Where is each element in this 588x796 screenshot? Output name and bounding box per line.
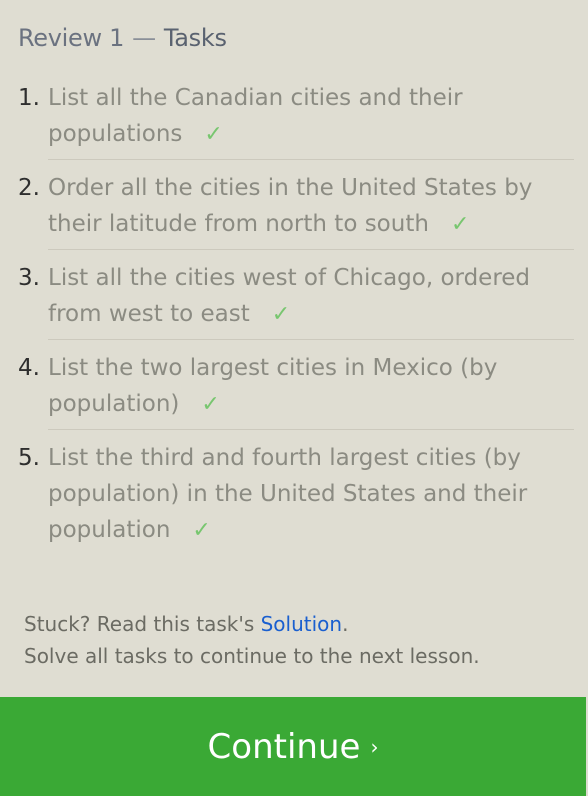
task-number: 1. — [18, 85, 40, 111]
check-icon: ✓ — [271, 302, 291, 327]
task-text: List the two largest cities in Mexico (b… — [48, 355, 498, 417]
task-text-container: List the third and fourth largest cities… — [48, 440, 574, 555]
review-label: Review 1 — [18, 24, 125, 52]
solution-link[interactable]: Solution — [261, 612, 342, 636]
check-icon: ✓ — [201, 392, 220, 417]
task-item: 5. List the third and fourth largest cit… — [0, 440, 574, 555]
help-footer: Stuck? Read this task's Solution. Solve … — [24, 608, 480, 672]
review-panel: Review 1— Tasks 1. List all the Canadian … — [0, 0, 588, 796]
check-icon: ✓ — [450, 212, 470, 237]
task-number: 4. — [18, 355, 40, 381]
stuck-line: Stuck? Read this task's Solution. — [24, 608, 480, 640]
task-text-container: Order all the cities in the United State… — [48, 170, 574, 250]
task-text-container: List the two largest cities in Mexico (b… — [48, 350, 574, 430]
tasks-label: Tasks — [163, 24, 227, 52]
continue-button[interactable]: Continue › — [0, 697, 586, 796]
title-dash: — — [132, 24, 156, 52]
continue-instruction: Solve all tasks to continue to the next … — [24, 644, 480, 668]
task-number: 3. — [18, 265, 40, 291]
task-text: List all the Canadian cities and their p… — [48, 85, 463, 147]
task-item: 2. Order all the cities in the United St… — [0, 170, 574, 250]
task-item: 4. List the two largest cities in Mexico… — [0, 350, 574, 430]
task-text-container: List all the cities west of Chicago, ord… — [48, 260, 574, 340]
task-number: 5. — [18, 445, 40, 471]
continue-label: Continue — [207, 726, 361, 767]
check-icon: ✓ — [204, 122, 223, 147]
task-list: 1. List all the Canadian cities and thei… — [0, 80, 574, 555]
task-text-container: List all the Canadian cities and their p… — [48, 80, 574, 160]
task-item: 3. List all the cities west of Chicago, … — [0, 260, 574, 340]
panel-title: Review 1— Tasks — [18, 24, 227, 52]
stuck-period: . — [342, 612, 349, 636]
stuck-text: Stuck? Read this task's — [24, 612, 261, 636]
task-number: 2. — [18, 175, 40, 201]
task-item: 1. List all the Canadian cities and thei… — [0, 80, 574, 160]
chevron-right-icon: › — [370, 734, 379, 759]
check-icon: ✓ — [192, 518, 211, 543]
task-text: List the third and fourth largest cities… — [48, 445, 528, 543]
